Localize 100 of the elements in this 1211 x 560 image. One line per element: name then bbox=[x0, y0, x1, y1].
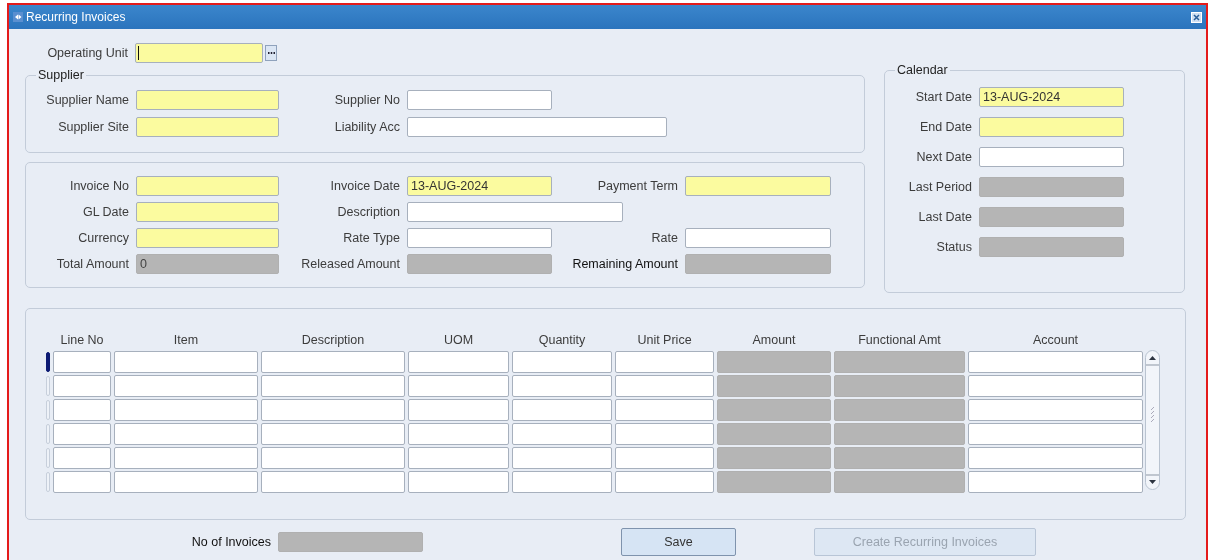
table-cell[interactable] bbox=[114, 446, 258, 469]
table-cell[interactable] bbox=[615, 446, 714, 469]
table-cell[interactable] bbox=[615, 398, 714, 421]
table-cell[interactable] bbox=[408, 446, 509, 469]
table-cell[interactable] bbox=[834, 470, 965, 493]
table-cell[interactable] bbox=[408, 398, 509, 421]
field-label: Payment Term bbox=[596, 179, 679, 193]
text-field[interactable]: 13-AUG-2024 bbox=[979, 87, 1124, 107]
table-cell[interactable] bbox=[408, 350, 509, 373]
table-cell[interactable] bbox=[261, 422, 405, 445]
table-cell[interactable] bbox=[834, 398, 965, 421]
text-field[interactable] bbox=[136, 176, 279, 196]
text-field[interactable] bbox=[407, 228, 552, 248]
list-of-values-button[interactable] bbox=[265, 45, 277, 61]
save-button[interactable]: Save bbox=[621, 528, 736, 556]
text-field[interactable] bbox=[979, 147, 1124, 167]
table-cell[interactable] bbox=[114, 350, 258, 373]
table-cell[interactable] bbox=[512, 470, 612, 493]
field-label: Last Period bbox=[907, 180, 973, 194]
table-cell[interactable] bbox=[408, 470, 509, 493]
table-cell[interactable] bbox=[512, 398, 612, 421]
table-cell[interactable] bbox=[968, 350, 1143, 373]
field-label: Next Date bbox=[915, 150, 973, 164]
text-field[interactable] bbox=[407, 202, 623, 222]
table-cell[interactable] bbox=[834, 446, 965, 469]
table-cell[interactable] bbox=[114, 470, 258, 493]
text-field[interactable] bbox=[136, 202, 279, 222]
table-cell[interactable] bbox=[114, 398, 258, 421]
close-icon[interactable] bbox=[1191, 11, 1202, 23]
table-cell[interactable] bbox=[53, 446, 111, 469]
table-cell[interactable] bbox=[261, 398, 405, 421]
table-cell[interactable] bbox=[717, 470, 831, 493]
table-cell[interactable] bbox=[968, 398, 1143, 421]
table-cell[interactable] bbox=[512, 350, 612, 373]
table-cell[interactable] bbox=[512, 446, 612, 469]
table-cell[interactable] bbox=[615, 470, 714, 493]
field-label: GL Date bbox=[81, 205, 130, 219]
text-field[interactable]: 0 bbox=[136, 254, 279, 274]
table-cell[interactable] bbox=[615, 422, 714, 445]
field-label: Operating Unit bbox=[46, 46, 129, 60]
text-field[interactable] bbox=[685, 176, 831, 196]
text-field[interactable] bbox=[979, 237, 1124, 257]
table-cell[interactable] bbox=[834, 422, 965, 445]
table-cell[interactable] bbox=[512, 374, 612, 397]
table-cell[interactable] bbox=[717, 446, 831, 469]
table-cell[interactable] bbox=[114, 374, 258, 397]
table-cell[interactable] bbox=[114, 422, 258, 445]
table-cell[interactable] bbox=[53, 374, 111, 397]
table-cell[interactable] bbox=[53, 398, 111, 421]
table-cell[interactable] bbox=[261, 374, 405, 397]
table-cell[interactable] bbox=[968, 470, 1143, 493]
table-cell[interactable] bbox=[53, 350, 111, 373]
text-field[interactable] bbox=[979, 207, 1124, 227]
field-label: Rate Type bbox=[342, 231, 401, 245]
section-title: Calendar bbox=[896, 63, 949, 77]
column-header: Item bbox=[172, 333, 200, 347]
table-cell[interactable] bbox=[512, 422, 612, 445]
table-cell[interactable] bbox=[615, 374, 714, 397]
table-cell[interactable] bbox=[261, 350, 405, 373]
table-cell[interactable] bbox=[968, 422, 1143, 445]
scroll-bar[interactable] bbox=[1145, 350, 1160, 490]
text-field[interactable] bbox=[685, 254, 831, 274]
text-field[interactable]: 13-AUG-2024 bbox=[407, 176, 552, 196]
table-cell[interactable] bbox=[261, 446, 405, 469]
operating-unit-field[interactable] bbox=[135, 43, 263, 63]
text-field[interactable] bbox=[136, 228, 279, 248]
table-cell[interactable] bbox=[717, 422, 831, 445]
field-label: Start Date bbox=[914, 90, 973, 104]
text-field[interactable] bbox=[979, 117, 1124, 137]
table-cell[interactable] bbox=[717, 398, 831, 421]
column-header: Line No bbox=[59, 333, 105, 347]
text-field[interactable] bbox=[685, 228, 831, 248]
field-label: Supplier Site bbox=[57, 120, 130, 134]
table-cell[interactable] bbox=[408, 422, 509, 445]
table-cell[interactable] bbox=[717, 350, 831, 373]
field-label: Total Amount bbox=[55, 257, 130, 271]
field-label: Status bbox=[935, 240, 973, 254]
text-field[interactable] bbox=[407, 117, 667, 137]
table-cell[interactable] bbox=[717, 374, 831, 397]
table-cell[interactable] bbox=[53, 422, 111, 445]
table-cell[interactable] bbox=[261, 470, 405, 493]
field-label: Supplier No bbox=[333, 93, 401, 107]
table-cell[interactable] bbox=[615, 350, 714, 373]
column-header: Account bbox=[1031, 333, 1080, 347]
table-cell[interactable] bbox=[968, 374, 1143, 397]
row-indicator[interactable] bbox=[46, 351, 50, 372]
table-cell[interactable] bbox=[53, 470, 111, 493]
app-icon bbox=[13, 12, 23, 22]
text-field[interactable] bbox=[278, 532, 423, 552]
text-field[interactable] bbox=[136, 90, 279, 110]
table-cell[interactable] bbox=[834, 350, 965, 373]
text-field[interactable] bbox=[407, 254, 552, 274]
text-field[interactable] bbox=[136, 117, 279, 137]
table-cell[interactable] bbox=[408, 374, 509, 397]
field-label: Released Amount bbox=[300, 257, 401, 271]
text-field[interactable] bbox=[979, 177, 1124, 197]
table-cell[interactable] bbox=[968, 446, 1143, 469]
field-label: Remaining Amount bbox=[571, 257, 679, 271]
table-cell[interactable] bbox=[834, 374, 965, 397]
text-field[interactable] bbox=[407, 90, 552, 110]
